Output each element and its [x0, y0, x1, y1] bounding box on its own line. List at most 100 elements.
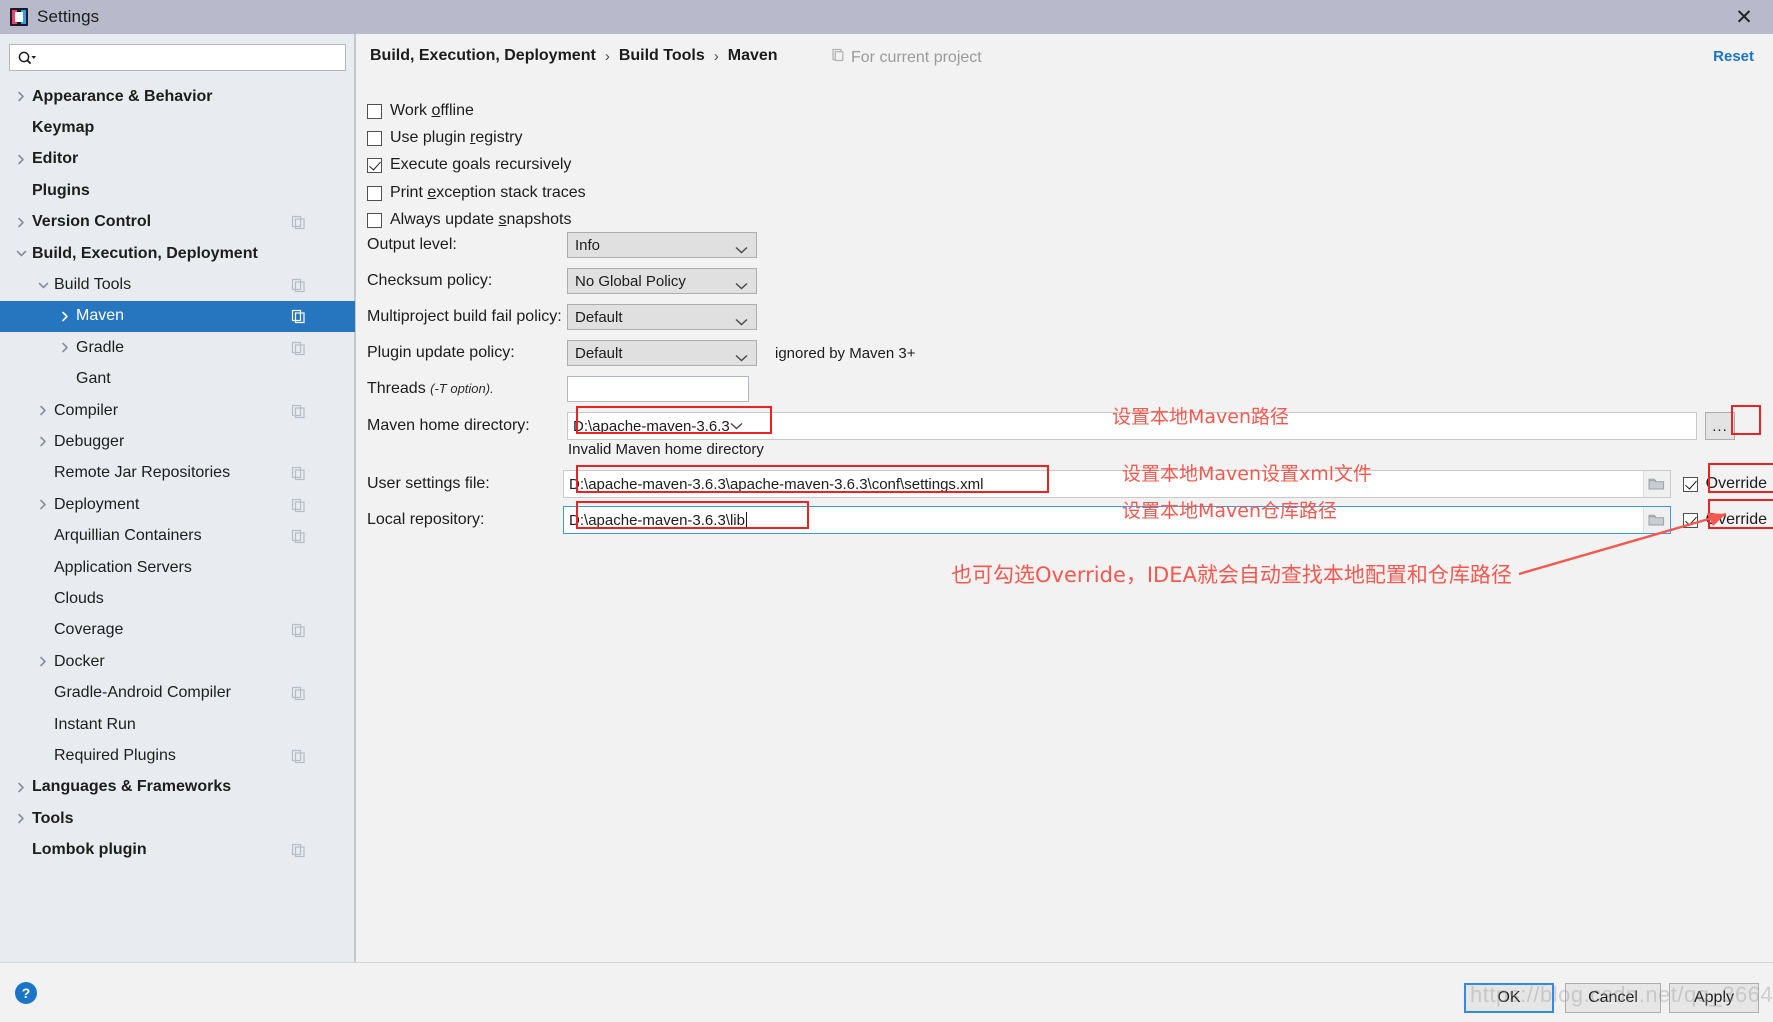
project-scope-icon	[831, 48, 845, 67]
sidebar-item-label: Clouds	[54, 589, 104, 607]
chevron-right-icon[interactable]	[14, 811, 29, 826]
override-hint-annotation: 也可勾选Override，IDEA就会自动查找本地配置和仓库路径	[951, 563, 1512, 587]
checkbox-always-update-snapshots[interactable]: Always update snapshots	[367, 211, 571, 229]
sidebar-item-plugins[interactable]: Plugins	[0, 175, 355, 206]
sidebar-item-remote-jar-repositories[interactable]: Remote Jar Repositories	[0, 458, 355, 489]
reset-link[interactable]: Reset	[1713, 48, 1754, 65]
user-settings-override[interactable]: Override	[1682, 475, 1767, 493]
chevron-down-icon[interactable]	[14, 246, 29, 261]
sidebar-item-keymap[interactable]: Keymap	[0, 112, 355, 143]
chevron-right-icon[interactable]	[14, 89, 29, 104]
local-repository-override-checkbox[interactable]	[1682, 512, 1698, 528]
folder-icon[interactable]	[1642, 507, 1670, 533]
search-input[interactable]	[37, 46, 345, 69]
folder-icon[interactable]	[1642, 471, 1670, 497]
chevron-right-icon[interactable]	[36, 434, 51, 449]
multiproject-policy-select[interactable]: Default	[567, 304, 757, 330]
sidebar-item-label: Instant Run	[54, 715, 136, 733]
chevron-right-icon[interactable]	[14, 152, 29, 167]
checkbox-indicator[interactable]	[367, 157, 382, 173]
breadcrumb-item-0[interactable]: Build, Execution, Deployment	[370, 47, 596, 65]
sidebar-item-gant[interactable]: Gant	[0, 364, 355, 395]
sidebar-item-label: Lombok plugin	[32, 841, 147, 859]
checkbox-print-exception-stack-traces[interactable]: Print exception stack traces	[367, 184, 586, 202]
checksum-policy-row: Checksum policy: No Global Policy	[367, 268, 757, 294]
sidebar-item-maven[interactable]: Maven	[0, 300, 355, 333]
for-current-project-label: For current project	[831, 48, 982, 67]
project-scope-icon	[291, 497, 306, 512]
checkbox-execute-goals-recursively[interactable]: Execute goals recursively	[367, 156, 571, 174]
chevron-right-icon[interactable]	[14, 780, 29, 795]
sidebar-item-label: Build, Execution, Deployment	[32, 244, 258, 262]
user-settings-override-checkbox[interactable]	[1682, 476, 1698, 492]
checkbox-label-pre: Work	[390, 102, 432, 119]
chevron-right-icon[interactable]	[58, 340, 73, 355]
search-box[interactable]	[9, 44, 346, 71]
sidebar-item-label: Coverage	[54, 621, 124, 639]
sidebar-item-debugger[interactable]: Debugger	[0, 426, 355, 457]
sidebar-item-instant-run[interactable]: Instant Run	[0, 709, 355, 740]
sidebar-item-arquillian-containers[interactable]: Arquillian Containers	[0, 520, 355, 551]
sidebar-item-build-execution-deployment[interactable]: Build, Execution, Deployment	[0, 238, 355, 269]
checkbox-indicator[interactable]	[367, 212, 382, 228]
sidebar-item-clouds[interactable]: Clouds	[0, 583, 355, 614]
settings-dialog: Settings ✕ Appearance & Behavior Keymap Ed…	[0, 0, 1773, 1022]
output-level-select[interactable]: Info	[567, 232, 757, 258]
sidebar-item-gradle[interactable]: Gradle	[0, 332, 355, 363]
checkbox-indicator[interactable]	[367, 130, 382, 146]
sidebar-item-appearance-behavior[interactable]: Appearance & Behavior	[0, 81, 355, 112]
chevron-right-icon[interactable]	[36, 497, 51, 512]
local-repository-override[interactable]: Override	[1682, 511, 1767, 529]
checksum-policy-value: No Global Policy	[575, 272, 686, 290]
user-settings-input[interactable]: D:\apache-maven-3.6.3\apache-maven-3.6.3…	[563, 470, 1671, 498]
sidebar-item-label: Debugger	[54, 432, 125, 450]
project-scope-icon	[291, 748, 306, 763]
sidebar-item-application-servers[interactable]: Application Servers	[0, 552, 355, 583]
checkbox-label: Execute goals recursively	[390, 156, 571, 174]
checkbox-indicator[interactable]	[367, 185, 382, 201]
sidebar-item-gradle-android-compiler[interactable]: Gradle-Android Compiler	[0, 677, 355, 708]
chevron-down-icon	[735, 277, 748, 290]
sidebar-item-lombok-plugin[interactable]: Lombok plugin	[0, 834, 355, 865]
project-scope-icon	[291, 529, 306, 544]
breadcrumb-item-1[interactable]: Build Tools	[619, 47, 705, 65]
plugin-update-policy-select[interactable]: Default	[567, 340, 757, 366]
sidebar-item-deployment[interactable]: Deployment	[0, 489, 355, 520]
checkbox-use-plugin-registry[interactable]: Use plugin registry	[367, 129, 523, 147]
sidebar-item-coverage[interactable]: Coverage	[0, 615, 355, 646]
checkbox-work-offline[interactable]: Work offline	[367, 102, 474, 120]
sidebar-item-tools[interactable]: Tools	[0, 803, 355, 834]
chevron-down-icon[interactable]	[36, 278, 51, 293]
local-repository-input[interactable]: D:\apache-maven-3.6.3\lib	[563, 506, 1671, 534]
sidebar-item-languages-frameworks[interactable]: Languages & Frameworks	[0, 772, 355, 803]
sidebar-item-required-plugins[interactable]: Required Plugins	[0, 740, 355, 771]
threads-label-text: Threads	[367, 380, 431, 397]
checkbox-indicator[interactable]	[367, 103, 382, 119]
local-repository-row: Local repository: D:\apache-maven-3.6.3\…	[367, 506, 1767, 534]
sidebar-item-version-control[interactable]: Version Control	[0, 207, 355, 238]
maven-home-browse-button[interactable]: ...	[1705, 412, 1735, 440]
sidebar-item-build-tools[interactable]: Build Tools	[0, 269, 355, 300]
checksum-policy-select[interactable]: No Global Policy	[567, 268, 757, 294]
sidebar-item-docker[interactable]: Docker	[0, 646, 355, 677]
threads-input[interactable]	[567, 376, 749, 402]
chevron-right-icon[interactable]	[58, 309, 73, 324]
chevron-down-icon[interactable]	[730, 417, 743, 435]
chevron-right-icon[interactable]	[36, 654, 51, 669]
help-button[interactable]: ?	[15, 982, 37, 1004]
chevron-right-icon[interactable]	[14, 215, 29, 230]
checkbox-label-pre: Print	[390, 184, 428, 201]
threads-row: Threads (-T option).	[367, 376, 749, 402]
close-icon[interactable]: ✕	[1715, 0, 1773, 34]
sidebar-item-compiler[interactable]: Compiler	[0, 395, 355, 426]
sidebar-item-editor[interactable]: Editor	[0, 144, 355, 175]
sidebar-item-label: Required Plugins	[54, 746, 176, 764]
chevron-right-icon[interactable]	[36, 403, 51, 418]
sidebar-item-label: Tools	[32, 809, 74, 827]
output-level-row: Output level: Info	[367, 232, 757, 258]
sidebar-item-label: Appearance & Behavior	[32, 87, 213, 105]
